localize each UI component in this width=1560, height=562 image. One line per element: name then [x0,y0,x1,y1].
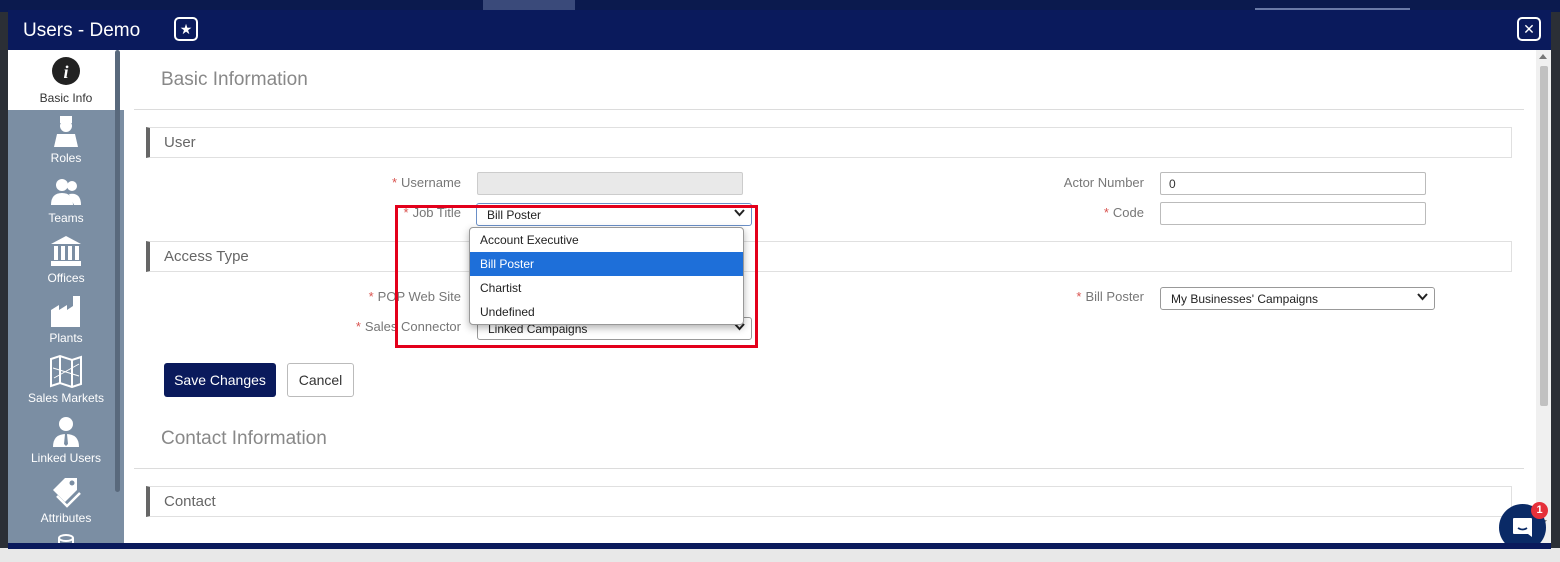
info-icon: i [52,57,80,85]
job-title-label: * Job Title [354,205,461,220]
required-marker: * [1103,205,1109,220]
tags-icon [53,478,81,508]
sidebar-item-label: Teams [48,211,84,225]
sidebar-item-label: Roles [50,151,82,165]
sales-connector-label-text: Sales Connector [364,319,461,334]
required-marker: * [355,319,361,334]
bill-poster-label-text: Bill Poster [1085,289,1144,304]
actor-number-field[interactable]: 0 [1160,172,1426,195]
dropdown-option-chartist[interactable]: Chartist [470,276,743,300]
sidebar-item-label: Sales Markets [27,391,105,405]
access-type-group-header: Access Type [146,241,1512,272]
chat-launcher-button[interactable]: 1 [1499,502,1548,548]
svg-text:i: i [63,62,68,82]
contact-group-header: Contact [146,486,1512,517]
username-label-text: Username [401,175,461,190]
basic-information-heading: Basic Information [161,69,308,90]
sidebar-item-teams[interactable]: Teams [8,170,124,230]
sidebar-item-basic-info[interactable]: i Basic Info [8,50,124,110]
bill-poster-label: * Bill Poster [994,289,1144,304]
user-group-header: User [146,127,1512,158]
chevron-down-icon [1417,293,1428,301]
bill-poster-select[interactable]: My Businesses' Campaigns [1160,287,1435,310]
job-title-dropdown-list: Account Executive Bill Poster Chartist U… [469,227,744,325]
pop-web-site-label: * POP Web Site [324,289,461,304]
sidebar-scrollbar[interactable] [115,50,120,492]
sidebar-item-plants[interactable]: Plants [8,290,124,350]
office-building-icon [51,236,81,266]
notification-badge: 1 [1531,502,1548,519]
background-tab [483,0,575,10]
scroll-up-arrow-icon[interactable] [1539,54,1547,59]
linked-user-icon [53,417,79,447]
sidebar-item-roles[interactable]: Roles [8,110,124,170]
required-marker: * [1076,289,1082,304]
sidebar-item-attributes[interactable]: Attributes [8,470,124,530]
users-modal: Users - Demo ★ ✕ i Basic Info Roles Team… [8,10,1551,548]
user-group-title: User [164,134,196,151]
background-footer [0,548,1560,562]
sidebar-item-label: Linked Users [30,451,102,465]
star-icon[interactable]: ★ [174,17,198,41]
team-icon [51,179,81,205]
contact-information-heading: Contact Information [161,428,327,449]
scrollbar-thumb[interactable] [1540,66,1548,406]
sidebar-item-label: Offices [47,271,85,285]
map-icon [50,354,82,388]
code-label: * Code [994,205,1144,220]
sidebar-item-sales-markets[interactable]: Sales Markets [8,350,124,410]
modal-bottom-bar [8,543,1551,549]
content-scrollbar[interactable] [1536,50,1551,548]
close-icon[interactable]: ✕ [1517,17,1541,41]
cancel-button[interactable]: Cancel [287,363,354,397]
required-marker: * [403,205,409,220]
sidebar-item-label: Basic Info [39,91,93,105]
chevron-down-icon [734,209,745,217]
sidebar: i Basic Info Roles Teams Offices Plants … [8,50,124,548]
code-label-text: Code [1112,205,1144,220]
factory-icon [51,296,80,327]
dropdown-option-account-executive[interactable]: Account Executive [470,228,743,252]
required-marker: * [391,175,398,190]
sidebar-item-offices[interactable]: Offices [8,230,124,290]
username-field[interactable] [477,172,743,195]
sidebar-item-linked-users[interactable]: Linked Users [8,410,124,470]
access-type-group-title: Access Type [164,248,249,265]
actor-number-label: Actor Number [1063,175,1144,190]
divider [134,468,1524,469]
sidebar-item-label: Attributes [40,511,92,525]
sidebar-item-label: Plants [49,331,83,345]
main-content: Basic Information User * Username * Job Ti… [124,50,1536,548]
pop-web-site-label-text: POP Web Site [377,289,461,304]
job-title-selected-value: Bill Poster [487,208,542,222]
dropdown-option-undefined[interactable]: Undefined [470,300,743,324]
sales-connector-label: * Sales Connector [324,319,461,334]
modal-titlebar: Users - Demo ★ ✕ [8,10,1551,50]
job-title-select[interactable]: Bill Poster [476,203,752,226]
chat-icon [1513,518,1532,537]
bill-poster-selected-value: My Businesses' Campaigns [1171,292,1319,306]
save-changes-button[interactable]: Save Changes [164,363,276,397]
modal-title: Users - Demo [23,20,141,41]
username-label: * Username [354,175,461,190]
code-field[interactable] [1160,202,1426,225]
divider [134,109,1524,110]
required-marker: * [368,289,374,304]
role-icon [54,116,78,147]
dropdown-option-bill-poster[interactable]: Bill Poster [470,252,743,276]
job-title-label-text: Job Title [412,205,461,220]
contact-group-title: Contact [164,493,216,510]
